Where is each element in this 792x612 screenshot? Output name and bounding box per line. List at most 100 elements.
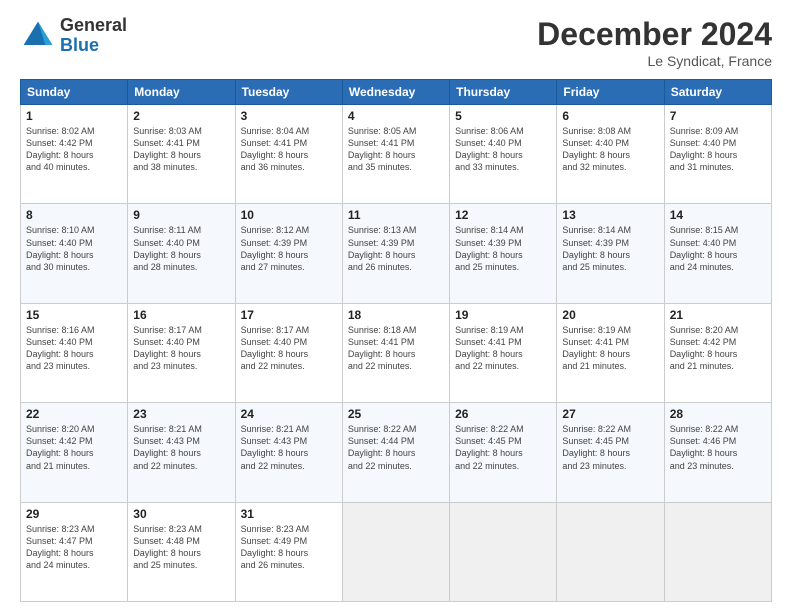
calendar-week-3: 15Sunrise: 8:16 AMSunset: 4:40 PMDayligh… <box>21 303 772 402</box>
day-info: Sunrise: 8:19 AMSunset: 4:41 PMDaylight:… <box>562 324 658 373</box>
col-sunday: Sunday <box>21 80 128 105</box>
day-number: 3 <box>241 109 337 123</box>
table-row: 16 Sunrise: 8:17 AMSunset: 4:40 PMDayligh… <box>128 303 235 402</box>
day-number: 20 <box>562 308 658 322</box>
day-number: 17 <box>241 308 337 322</box>
day-info: Sunrise: 8:22 AMSunset: 4:45 PMDaylight:… <box>455 423 551 472</box>
table-row <box>450 502 557 601</box>
table-row: 10Sunrise: 8:12 AMSunset: 4:39 PMDayligh… <box>235 204 342 303</box>
day-number: 13 <box>562 208 658 222</box>
day-info: Sunrise: 8:13 AMSunset: 4:39 PMDaylight:… <box>348 224 444 273</box>
day-info: Sunrise: 8:22 AMSunset: 4:46 PMDaylight:… <box>670 423 766 472</box>
day-info: Sunrise: 8:19 AMSunset: 4:41 PMDaylight:… <box>455 324 551 373</box>
table-row: 8 Sunrise: 8:10 AMSunset: 4:40 PMDaylight… <box>21 204 128 303</box>
col-saturday: Saturday <box>664 80 771 105</box>
day-number: 11 <box>348 208 444 222</box>
col-friday: Friday <box>557 80 664 105</box>
day-number: 7 <box>670 109 766 123</box>
day-info: Sunrise: 8:14 AMSunset: 4:39 PMDaylight:… <box>455 224 551 273</box>
table-row: 3 Sunrise: 8:04 AMSunset: 4:41 PMDaylight… <box>235 105 342 204</box>
table-row: 31Sunrise: 8:23 AMSunset: 4:49 PMDayligh… <box>235 502 342 601</box>
day-number: 4 <box>348 109 444 123</box>
table-row: 26 Sunrise: 8:22 AMSunset: 4:45 PMDayligh… <box>450 403 557 502</box>
day-number: 8 <box>26 208 122 222</box>
day-info: Sunrise: 8:09 AMSunset: 4:40 PMDaylight:… <box>670 125 766 174</box>
day-number: 30 <box>133 507 229 521</box>
col-monday: Monday <box>128 80 235 105</box>
table-row: 18Sunrise: 8:18 AMSunset: 4:41 PMDayligh… <box>342 303 449 402</box>
table-row <box>557 502 664 601</box>
page: General Blue December 2024 Le Syndicat, … <box>0 0 792 612</box>
calendar-table: Sunday Monday Tuesday Wednesday Thursday… <box>20 79 772 602</box>
table-row: 4 Sunrise: 8:05 AMSunset: 4:41 PMDaylight… <box>342 105 449 204</box>
day-info: Sunrise: 8:23 AMSunset: 4:47 PMDaylight:… <box>26 523 122 572</box>
table-row: 9Sunrise: 8:11 AMSunset: 4:40 PMDaylight… <box>128 204 235 303</box>
location: Le Syndicat, France <box>537 53 772 69</box>
day-number: 15 <box>26 308 122 322</box>
logo-icon <box>20 18 56 54</box>
day-info: Sunrise: 8:06 AMSunset: 4:40 PMDaylight:… <box>455 125 551 174</box>
table-row: 17 Sunrise: 8:17 AMSunset: 4:40 PMDayligh… <box>235 303 342 402</box>
day-info: Sunrise: 8:08 AMSunset: 4:40 PMDaylight:… <box>562 125 658 174</box>
day-number: 1 <box>26 109 122 123</box>
day-info: Sunrise: 8:22 AMSunset: 4:44 PMDaylight:… <box>348 423 444 472</box>
day-info: Sunrise: 8:14 AMSunset: 4:39 PMDaylight:… <box>562 224 658 273</box>
table-row <box>342 502 449 601</box>
table-row: 5Sunrise: 8:06 AMSunset: 4:40 PMDaylight… <box>450 105 557 204</box>
table-row: 21Sunrise: 8:20 AMSunset: 4:42 PMDayligh… <box>664 303 771 402</box>
day-info: Sunrise: 8:17 AMSunset: 4:40 PMDaylight:… <box>241 324 337 373</box>
day-info: Sunrise: 8:17 AMSunset: 4:40 PMDaylight:… <box>133 324 229 373</box>
day-number: 28 <box>670 407 766 421</box>
day-info: Sunrise: 8:03 AMSunset: 4:41 PMDaylight:… <box>133 125 229 174</box>
table-row: 24 Sunrise: 8:21 AMSunset: 4:43 PMDayligh… <box>235 403 342 502</box>
table-row: 12 Sunrise: 8:14 AMSunset: 4:39 PMDayligh… <box>450 204 557 303</box>
day-info: Sunrise: 8:21 AMSunset: 4:43 PMDaylight:… <box>241 423 337 472</box>
col-thursday: Thursday <box>450 80 557 105</box>
logo-text: General Blue <box>60 16 127 56</box>
day-number: 26 <box>455 407 551 421</box>
table-row: 7 Sunrise: 8:09 AMSunset: 4:40 PMDaylight… <box>664 105 771 204</box>
day-info: Sunrise: 8:10 AMSunset: 4:40 PMDaylight:… <box>26 224 122 273</box>
day-info: Sunrise: 8:05 AMSunset: 4:41 PMDaylight:… <box>348 125 444 174</box>
month-title: December 2024 <box>537 16 772 53</box>
table-row: 20 Sunrise: 8:19 AMSunset: 4:41 PMDayligh… <box>557 303 664 402</box>
table-row: 23 Sunrise: 8:21 AMSunset: 4:43 PMDayligh… <box>128 403 235 502</box>
day-info: Sunrise: 8:12 AMSunset: 4:39 PMDaylight:… <box>241 224 337 273</box>
day-number: 14 <box>670 208 766 222</box>
table-row: 19 Sunrise: 8:19 AMSunset: 4:41 PMDayligh… <box>450 303 557 402</box>
title-block: December 2024 Le Syndicat, France <box>537 16 772 69</box>
day-number: 29 <box>26 507 122 521</box>
day-number: 9 <box>133 208 229 222</box>
calendar-week-2: 8 Sunrise: 8:10 AMSunset: 4:40 PMDaylight… <box>21 204 772 303</box>
day-number: 12 <box>455 208 551 222</box>
table-row: 1Sunrise: 8:02 AMSunset: 4:42 PMDaylight… <box>21 105 128 204</box>
logo: General Blue <box>20 16 127 56</box>
day-info: Sunrise: 8:23 AMSunset: 4:49 PMDaylight:… <box>241 523 337 572</box>
day-number: 6 <box>562 109 658 123</box>
table-row: 2 Sunrise: 8:03 AMSunset: 4:41 PMDaylight… <box>128 105 235 204</box>
table-row: 15Sunrise: 8:16 AMSunset: 4:40 PMDayligh… <box>21 303 128 402</box>
logo-general: General <box>60 16 127 36</box>
table-row: 11 Sunrise: 8:13 AMSunset: 4:39 PMDayligh… <box>342 204 449 303</box>
day-info: Sunrise: 8:20 AMSunset: 4:42 PMDaylight:… <box>670 324 766 373</box>
calendar-header-row: Sunday Monday Tuesday Wednesday Thursday… <box>21 80 772 105</box>
table-row: 6 Sunrise: 8:08 AMSunset: 4:40 PMDaylight… <box>557 105 664 204</box>
table-row: 13 Sunrise: 8:14 AMSunset: 4:39 PMDayligh… <box>557 204 664 303</box>
day-info: Sunrise: 8:21 AMSunset: 4:43 PMDaylight:… <box>133 423 229 472</box>
day-info: Sunrise: 8:04 AMSunset: 4:41 PMDaylight:… <box>241 125 337 174</box>
header: General Blue December 2024 Le Syndicat, … <box>20 16 772 69</box>
table-row: 27Sunrise: 8:22 AMSunset: 4:45 PMDayligh… <box>557 403 664 502</box>
logo-blue: Blue <box>60 36 127 56</box>
table-row <box>664 502 771 601</box>
col-wednesday: Wednesday <box>342 80 449 105</box>
table-row: 30Sunrise: 8:23 AMSunset: 4:48 PMDayligh… <box>128 502 235 601</box>
day-number: 23 <box>133 407 229 421</box>
day-number: 16 <box>133 308 229 322</box>
day-number: 2 <box>133 109 229 123</box>
calendar-week-4: 22Sunrise: 8:20 AMSunset: 4:42 PMDayligh… <box>21 403 772 502</box>
day-number: 19 <box>455 308 551 322</box>
day-info: Sunrise: 8:18 AMSunset: 4:41 PMDaylight:… <box>348 324 444 373</box>
day-info: Sunrise: 8:15 AMSunset: 4:40 PMDaylight:… <box>670 224 766 273</box>
day-number: 24 <box>241 407 337 421</box>
day-number: 25 <box>348 407 444 421</box>
